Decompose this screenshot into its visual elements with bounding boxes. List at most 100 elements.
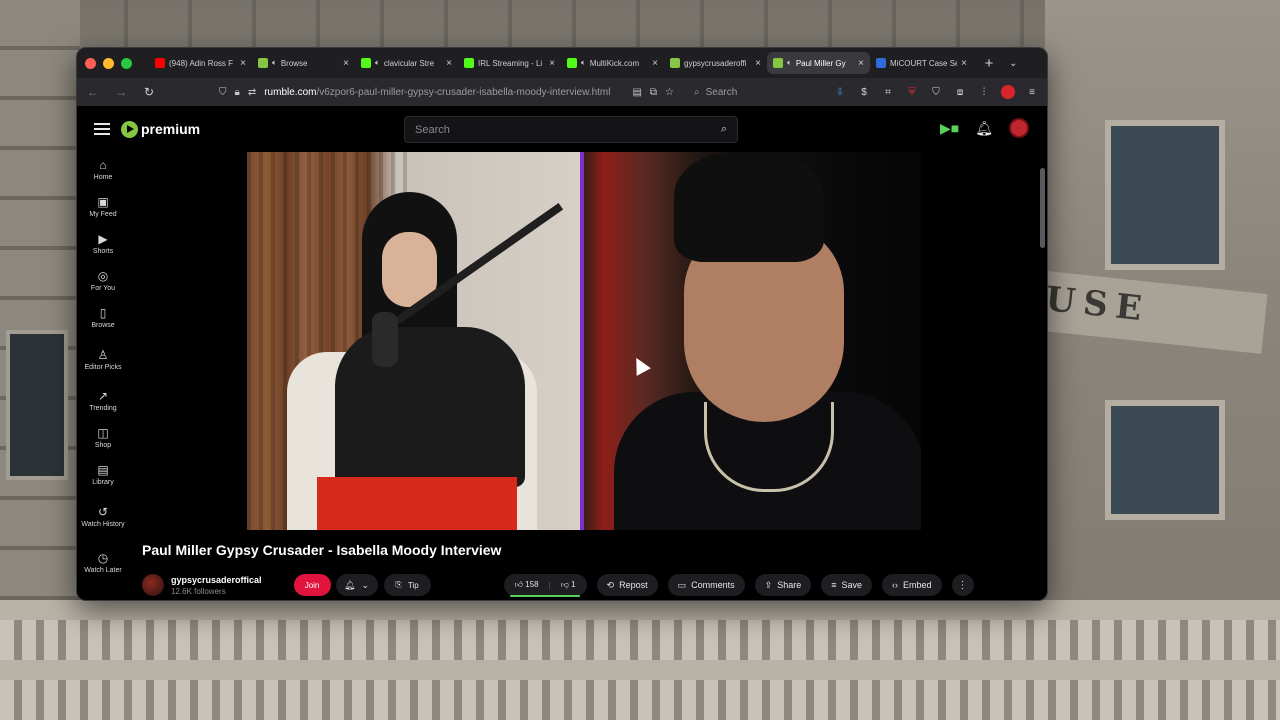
building-sign: USE <box>1032 270 1268 354</box>
close-window-button[interactable] <box>85 57 96 69</box>
tab-list-chevron-icon[interactable]: ⌄ <box>1009 58 1017 69</box>
browser-tab[interactable]: (948) Adin Ross F × <box>149 52 252 74</box>
sidebar-item-home[interactable]: ⌂ Home <box>77 152 129 189</box>
menu-icon[interactable]: ≡ <box>1025 85 1039 99</box>
sidebar-item-shorts[interactable]: ▶ Shorts <box>77 226 129 263</box>
sidebar-item-shop[interactable]: ◫ Shop <box>77 420 129 457</box>
sidebar-item-trending[interactable]: ↗ Trending <box>77 383 129 420</box>
speaker-icon[interactable]: 🔈︎ <box>272 58 277 68</box>
forward-button[interactable]: → <box>113 85 129 99</box>
sidebar-item-editor-picks[interactable]: ♙ Editor Picks <box>77 337 129 383</box>
notifications-bell-icon[interactable]: 🔔︎ <box>975 120 993 137</box>
close-tab-icon[interactable]: × <box>858 58 864 69</box>
close-tab-icon[interactable]: × <box>755 58 761 69</box>
thumbs-down-icon: 👎︎ <box>560 580 569 589</box>
profile-extension-icon[interactable] <box>1001 85 1015 99</box>
code-icon: ‹› <box>892 580 899 590</box>
person-hair-shape <box>674 152 824 262</box>
reader-view-icon[interactable]: ▤ <box>632 87 641 98</box>
crop-extension-icon[interactable]: ⌗ <box>881 85 895 99</box>
new-tab-button[interactable]: + <box>977 55 1001 72</box>
video-player[interactable] <box>247 152 921 530</box>
rumble-icon <box>773 58 783 68</box>
embed-button[interactable]: ‹› Embed <box>882 574 942 596</box>
hamburger-menu-icon[interactable] <box>94 123 110 135</box>
rumble-header: premium Search ⌕ ▶■ 🔔︎ <box>77 106 1047 152</box>
micourt-icon <box>876 58 886 68</box>
sidebar-item-for-you[interactable]: ◎ For You <box>77 263 129 300</box>
rumble-logo[interactable]: premium <box>121 120 200 138</box>
tracking-protection-icon[interactable]: ⛉ <box>219 87 227 98</box>
permissions-icon[interactable]: ⇄ <box>248 87 256 98</box>
channel-avatar[interactable] <box>142 574 164 596</box>
picture-in-picture-icon[interactable]: ⧉ <box>650 87 657 98</box>
close-tab-icon[interactable]: × <box>961 58 967 69</box>
sidebar-item-watch-history[interactable]: ↺ Watch History <box>77 494 129 540</box>
comment-icon: ▭ <box>677 579 687 590</box>
notify-dropdown-button[interactable]: 🔔︎ ⌄ <box>335 574 378 596</box>
browser-tab[interactable]: MiCOURT Case Se × <box>870 52 973 74</box>
for-you-icon: ◎ <box>97 269 109 283</box>
browser-search-placeholder: Search <box>705 86 738 98</box>
channel-name[interactable]: gypsycrusaderoffical <box>171 575 262 585</box>
dollar-extension-icon[interactable]: $ <box>857 85 871 99</box>
lock-icon[interactable]: 🔒︎ <box>235 87 240 98</box>
sidebar-item-label: Watch History <box>81 520 125 528</box>
repost-button[interactable]: ⟲ Repost <box>596 574 658 596</box>
page-scrollbar[interactable] <box>1040 168 1045 248</box>
comments-button[interactable]: ▭ Comments <box>667 574 745 596</box>
header-actions: ▶■ 🔔︎ <box>940 118 1029 138</box>
like-button[interactable]: 👍︎ 158 <box>515 580 539 590</box>
close-tab-icon[interactable]: × <box>446 58 452 69</box>
speaker-icon[interactable]: 🔈︎ <box>375 58 380 68</box>
channel-info[interactable]: gypsycrusaderoffical 12.6K followers <box>171 575 262 596</box>
close-tab-icon[interactable]: × <box>240 58 246 69</box>
speaker-icon[interactable]: 🔈︎ <box>581 58 586 68</box>
join-button[interactable]: Join <box>293 574 331 596</box>
url-bar[interactable]: ⛉ 🔒︎ ⇄ rumble.com/v6zpor6-paul-miller-gy… <box>219 81 674 103</box>
go-live-camera-icon[interactable]: ▶■ <box>940 120 959 137</box>
close-tab-icon[interactable]: × <box>343 58 349 69</box>
sidebar-item-library[interactable]: ▤ Library <box>77 457 129 494</box>
user-avatar[interactable] <box>1009 118 1029 138</box>
close-tab-icon[interactable]: × <box>549 58 555 69</box>
more-options-icon[interactable]: ⋮ <box>951 574 974 596</box>
bookmark-star-icon[interactable]: ☆ <box>665 87 674 98</box>
browser-tab[interactable]: gypsycrusaderoffi × <box>664 52 767 74</box>
search-icon[interactable]: ⌕ <box>721 123 727 136</box>
shield-extension-icon[interactable]: ⛉ <box>929 85 943 99</box>
browser-search-box[interactable]: ⌕ Search <box>686 81 821 103</box>
sidebar-item-label: Trending <box>89 405 117 412</box>
url-text[interactable]: rumble.com/v6zpor6-paul-miller-gypsy-cru… <box>264 87 624 98</box>
sidebar-item-label: For You <box>90 285 116 292</box>
save-button[interactable]: ≡ Save <box>821 574 873 596</box>
share-button[interactable]: ⇪ Share <box>754 574 812 596</box>
browser-tab[interactable]: 🔈︎ Paul Miller Gy × <box>767 52 870 74</box>
ublock-extension-icon[interactable]: ⛨ <box>905 85 919 99</box>
browse-icon: ▯ <box>99 306 107 320</box>
clock-icon: ◷ <box>97 550 109 565</box>
browser-window: (948) Adin Ross F × 🔈︎ Browse × 🔈︎ clavicular … <box>76 47 1048 601</box>
back-button[interactable]: ← <box>85 85 101 99</box>
extensions-puzzle-icon[interactable]: ⧈ <box>953 85 967 99</box>
microphone-shape <box>372 312 398 367</box>
sidebar-item-watch-later[interactable]: ◷ Watch Later <box>77 540 129 586</box>
downloads-icon[interactable]: ⇩ <box>833 85 847 99</box>
sidebar-item-my-feed[interactable]: ▣ My Feed <box>77 189 129 226</box>
video-left-panel <box>247 152 583 530</box>
reload-button[interactable]: ↻ <box>141 85 157 99</box>
browser-tab[interactable]: IRL Streaming - Li × <box>458 52 561 74</box>
browser-tab[interactable]: 🔈︎ MultiKick.com × <box>561 52 664 74</box>
tip-button[interactable]: ⎘ Tip <box>383 574 431 596</box>
browser-tab[interactable]: 🔈︎ clavicular Stre × <box>355 52 458 74</box>
speaker-icon[interactable]: 🔈︎ <box>787 58 792 68</box>
site-search-input[interactable]: Search ⌕ <box>404 116 738 143</box>
browser-tab[interactable]: 🔈︎ Browse × <box>252 52 355 74</box>
maximize-window-button[interactable] <box>121 57 132 69</box>
dislike-button[interactable]: 👎︎ 1 <box>561 580 576 590</box>
close-tab-icon[interactable]: × <box>652 58 658 69</box>
sliders-icon[interactable]: ⫶ <box>977 85 991 99</box>
sidebar-item-browse[interactable]: ▯ Browse <box>77 300 129 337</box>
minimize-window-button[interactable] <box>103 57 114 69</box>
library-icon: ▤ <box>97 463 109 477</box>
